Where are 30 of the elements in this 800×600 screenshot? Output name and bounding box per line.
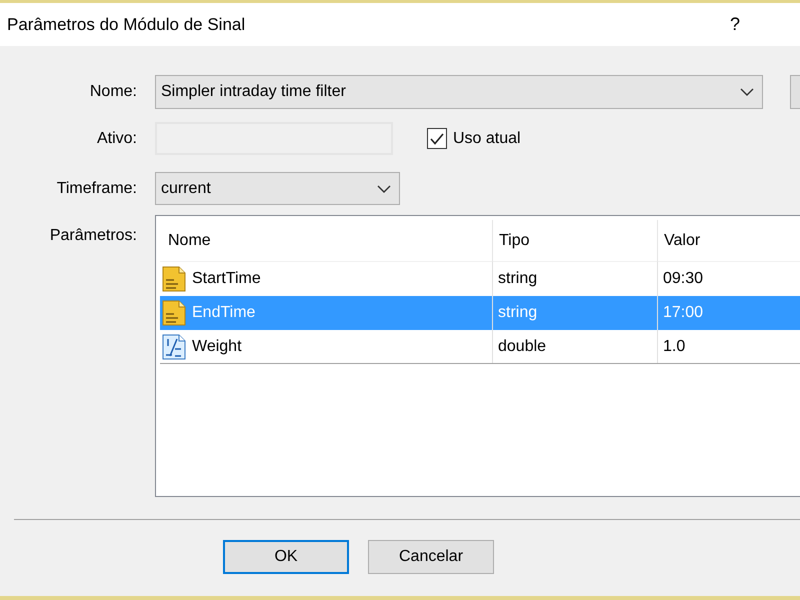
table-cell-text: EndTime (192, 303, 256, 323)
name-dropdown[interactable]: Simpler intraday time filter (155, 75, 763, 109)
table-cell-text: StartTime (192, 269, 261, 289)
table-cell-text: 09:30 (663, 269, 704, 289)
checkmark-icon (430, 132, 444, 144)
table-row[interactable]: Weight double 1.0 (160, 330, 800, 364)
table-cell-text: string (498, 269, 538, 289)
window-title: Parâmetros do Módulo de Sinal (7, 14, 246, 36)
table-cell-text: string (498, 303, 538, 323)
dialog-button[interactable]: Cancelar (368, 540, 494, 574)
field-label: Parâmetros: (50, 226, 137, 246)
document-icon (162, 300, 186, 326)
help-button[interactable]: ? (728, 11, 742, 38)
checkbox-label[interactable]: Uso atual (453, 126, 521, 150)
chevron-icon (740, 88, 754, 96)
field-label: Ativo: (96, 128, 137, 148)
chevron-icon (377, 184, 391, 192)
dialog-button[interactable]: OK (223, 540, 349, 574)
table-cell-text: 1.0 (663, 336, 686, 356)
checkbox[interactable] (427, 128, 447, 149)
table-cell-text: Weight (192, 336, 242, 356)
column-header[interactable]: Valor (658, 220, 800, 262)
table-cell-text: double (498, 336, 546, 356)
fraction-icon (162, 334, 186, 360)
document-icon (162, 266, 186, 292)
table-cell-text: 17:00 (663, 303, 704, 323)
side-button[interactable] (790, 75, 800, 109)
field-label: Nome: (88, 82, 137, 102)
timeframe-dropdown[interactable]: current (155, 172, 400, 205)
field-label: Timeframe: (56, 178, 137, 198)
